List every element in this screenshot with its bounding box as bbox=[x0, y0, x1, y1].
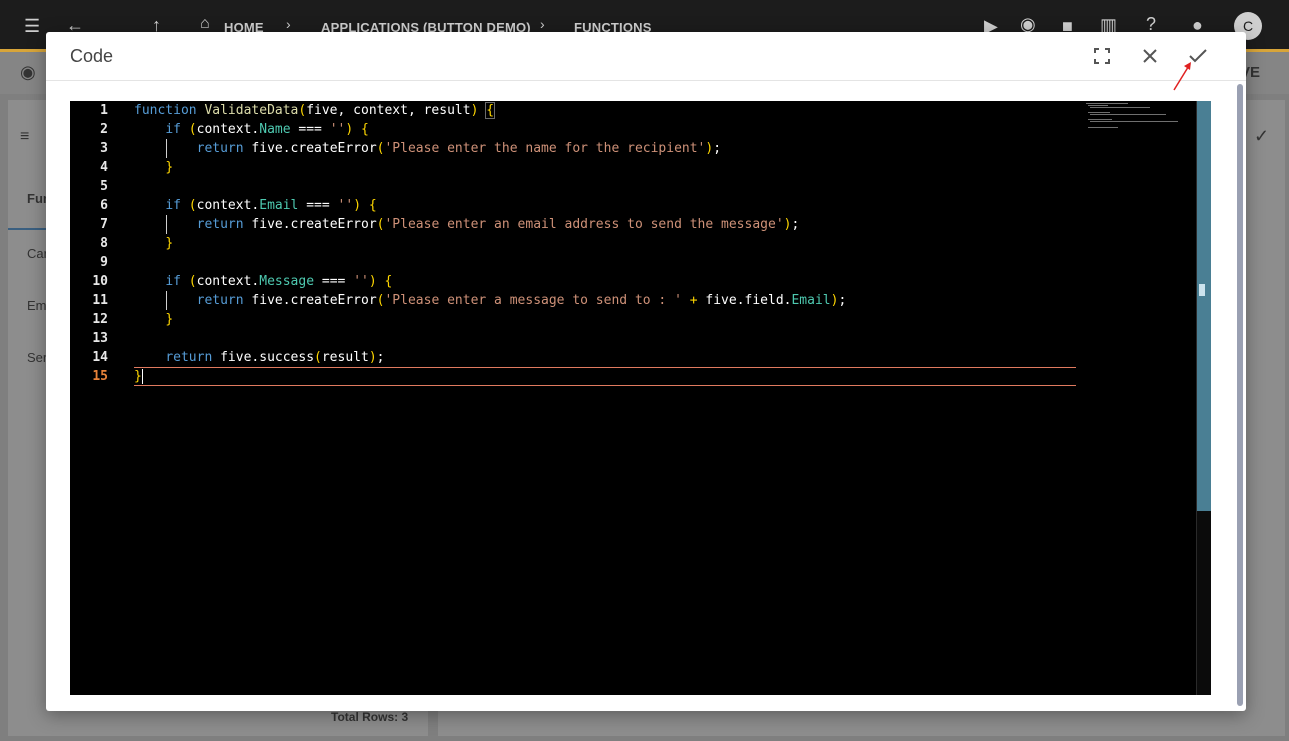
line-number: 10 bbox=[92, 274, 108, 289]
current-line-highlight bbox=[134, 367, 1076, 386]
code-line: } bbox=[165, 236, 174, 251]
fullscreen-button[interactable] bbox=[1088, 42, 1116, 70]
line-number: 2 bbox=[100, 122, 108, 137]
code-line: return five.createError('Please enter an… bbox=[196, 217, 800, 232]
bg-list-item[interactable]: Car bbox=[27, 246, 48, 261]
scrollbar-cursor-marker bbox=[1199, 284, 1205, 296]
code-line: return five.success(result); bbox=[165, 350, 385, 365]
line-number: 5 bbox=[100, 179, 108, 194]
line-number: 6 bbox=[100, 198, 108, 213]
minimap-line bbox=[1088, 119, 1112, 120]
line-number: 7 bbox=[100, 217, 108, 232]
code-minimap[interactable] bbox=[1084, 101, 1196, 135]
total-rows: Total Rows: 3 bbox=[331, 710, 409, 724]
line-number: 12 bbox=[92, 312, 108, 327]
editor-scrollbar-thumb[interactable] bbox=[1197, 101, 1211, 511]
line-number-current: 15 bbox=[92, 369, 108, 384]
line-number: 14 bbox=[92, 350, 108, 365]
minimap-line bbox=[1088, 127, 1118, 128]
line-number: 3 bbox=[100, 141, 108, 156]
code-line: } bbox=[134, 369, 143, 384]
home-icon[interactable]: ⌂ bbox=[200, 15, 210, 33]
dialog-title: Code bbox=[70, 46, 114, 66]
line-number: 11 bbox=[92, 293, 108, 308]
fullscreen-icon bbox=[1094, 48, 1110, 64]
editor-scrollbar[interactable] bbox=[1196, 101, 1211, 695]
dialog-header: Code bbox=[46, 32, 1246, 81]
code-line: return five.createError('Please enter a … bbox=[196, 293, 847, 308]
minimap-line bbox=[1088, 105, 1108, 106]
minimap-line bbox=[1088, 112, 1110, 113]
dialog-scrollbar[interactable] bbox=[1237, 84, 1243, 706]
code-editor[interactable]: 1 2 3 4 5 6 7 8 9 10 11 12 13 14 15 func… bbox=[70, 101, 1211, 695]
line-number: 1 bbox=[100, 103, 108, 118]
close-button[interactable] bbox=[1136, 42, 1164, 70]
annotation-arrow bbox=[1173, 62, 1191, 91]
code-line: } bbox=[165, 160, 174, 175]
code-line: if (context.Message === '') { bbox=[165, 274, 393, 289]
code-line: return five.createError('Please enter th… bbox=[196, 141, 722, 156]
chevron-right-icon: › bbox=[286, 16, 291, 32]
minimap-line bbox=[1090, 121, 1178, 122]
chevron-right-icon: › bbox=[540, 16, 545, 32]
filter-icon[interactable]: ≡ bbox=[20, 128, 29, 146]
code-dialog: Code 1 2 3 4 5 6 7 8 9 10 11 12 13 14 15… bbox=[46, 32, 1246, 711]
bg-check-icon[interactable]: ✓ bbox=[1254, 126, 1269, 147]
close-icon bbox=[1143, 49, 1157, 63]
bg-list-item[interactable]: Em bbox=[27, 298, 47, 313]
eye-icon[interactable]: ◉ bbox=[20, 62, 36, 83]
minimap-line bbox=[1090, 107, 1150, 108]
code-line: } bbox=[165, 312, 174, 327]
minimap-line bbox=[1086, 103, 1128, 104]
line-number: 13 bbox=[92, 331, 108, 346]
line-number: 8 bbox=[100, 236, 108, 251]
code-line: if (context.Email === '') { bbox=[165, 198, 377, 213]
menu-icon[interactable]: ☰ bbox=[24, 16, 40, 37]
code-line: if (context.Name === '') { bbox=[165, 122, 369, 137]
code-line: function ValidateData(five, context, res… bbox=[134, 102, 496, 119]
line-number: 9 bbox=[100, 255, 108, 270]
bg-list-item[interactable]: Ser bbox=[27, 350, 47, 365]
minimap-line bbox=[1090, 114, 1166, 115]
line-number: 4 bbox=[100, 160, 108, 175]
